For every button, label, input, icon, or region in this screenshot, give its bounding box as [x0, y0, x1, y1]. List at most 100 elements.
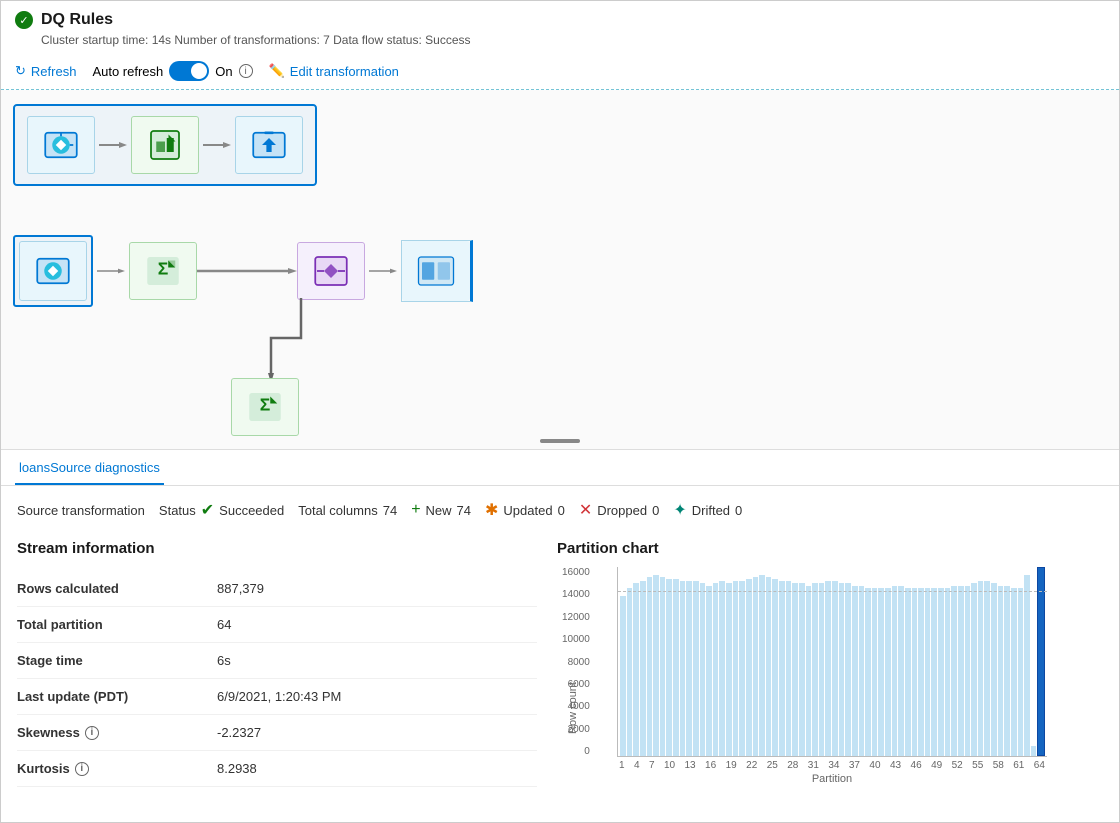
updated-label: Updated — [503, 503, 552, 518]
flow-node-source1[interactable] — [27, 116, 95, 174]
status-label: Status — [159, 503, 196, 518]
chart-bar-63 — [1037, 567, 1045, 756]
edit-icon: ✏️ — [269, 63, 285, 79]
aggregate-node-icon: Σ — [142, 250, 184, 292]
partition-chart-section: Partition chart 16000 14000 12000 10000 … — [537, 540, 1103, 787]
kurtosis-key: Kurtosis i — [17, 761, 217, 776]
x-axis-labels: 1 4 7 10 13 16 19 22 25 28 31 34 — [617, 760, 1047, 771]
flow-node-sink1[interactable] — [235, 116, 303, 174]
x-label-25: 25 — [767, 760, 778, 771]
chart-title: Partition chart — [557, 540, 1103, 557]
x-label-61: 61 — [1013, 760, 1024, 771]
refresh-label: Refresh — [31, 64, 77, 79]
chart-bar-20 — [753, 577, 759, 756]
main-container: ✓ DQ Rules Cluster startup time: 14s Num… — [0, 0, 1120, 823]
x-label-40: 40 — [869, 760, 880, 771]
source-node-icon — [40, 124, 82, 166]
flow-arrow3 — [93, 264, 129, 278]
flow-node-split[interactable] — [297, 242, 365, 300]
chart-bar-57 — [998, 586, 1004, 757]
x-label-58: 58 — [993, 760, 1004, 771]
chart-bar-22 — [766, 577, 772, 756]
chart-bar-15 — [719, 581, 725, 756]
chart-bar-35 — [852, 586, 858, 757]
stage-val: 6s — [217, 653, 231, 668]
chart-bar-43 — [905, 588, 911, 756]
stream-info-title: Stream information — [17, 540, 537, 557]
flow-node-transform1[interactable] — [131, 116, 199, 174]
subtitle: Cluster startup time: 14s Number of tran… — [41, 33, 1105, 47]
toggle-state-label: On — [215, 64, 232, 79]
chart-bar-38 — [872, 588, 878, 756]
chart-bar-44 — [912, 588, 918, 756]
stats-dropped: ✕ Dropped 0 — [579, 500, 660, 520]
chart-bar-33 — [839, 583, 845, 756]
toggle-info-icon[interactable]: i — [239, 64, 253, 78]
chart-bar-41 — [892, 586, 898, 757]
toolbar: ↻ Refresh Auto refresh On i ✏️ Edit tran… — [1, 53, 1119, 90]
flow-node-aggregate[interactable]: Σ — [129, 242, 197, 300]
skewness-key: Skewness i — [17, 725, 217, 740]
x-label-1: 1 — [619, 760, 625, 771]
status-check-icon: ✓ — [15, 11, 33, 29]
chart-bar-29 — [812, 583, 818, 756]
status-value: Succeeded — [219, 503, 284, 518]
chart-bar-8 — [673, 579, 679, 756]
lastupdate-key: Last update (PDT) — [17, 689, 217, 704]
x-label-22: 22 — [746, 760, 757, 771]
skewness-info-icon[interactable]: i — [85, 726, 99, 740]
dropped-label: Dropped — [597, 503, 647, 518]
kurtosis-info-icon[interactable]: i — [75, 762, 89, 776]
title-row: ✓ DQ Rules — [15, 11, 1105, 29]
tab-loans-source[interactable]: loansSource diagnostics — [15, 450, 164, 485]
new-label: New — [426, 503, 452, 518]
scrollbar-indicator[interactable] — [540, 439, 580, 443]
stats-bar: Source transformation Status ✔ Succeeded… — [17, 500, 1103, 520]
flow-node-aggregate2[interactable]: Σ — [231, 378, 299, 436]
chart-bar-25 — [786, 581, 792, 756]
chart-bar-34 — [845, 583, 851, 756]
chart-bar-10 — [686, 581, 692, 756]
chart-bar-54 — [978, 581, 984, 756]
flow-node-sink2[interactable] — [402, 241, 470, 301]
flow-row2: Σ — [13, 235, 473, 307]
partition-key: Total partition — [17, 617, 217, 632]
refresh-button[interactable]: ↻ Refresh — [15, 63, 76, 79]
sink-node-icon — [248, 124, 290, 166]
chart-bar-37 — [865, 588, 871, 756]
svg-text:Σ: Σ — [158, 259, 169, 279]
chart-bar-51 — [958, 586, 964, 757]
skewness-val: -2.2327 — [217, 725, 261, 740]
drifted-dot-icon: ✦ — [673, 500, 686, 520]
edit-transformation-button[interactable]: ✏️ Edit transformation — [269, 63, 399, 79]
aggregate2-node-icon: Σ — [244, 386, 286, 428]
partition-val: 64 — [217, 617, 231, 632]
stage-key: Stage time — [17, 653, 217, 668]
flow-arrow4 — [365, 264, 401, 278]
kurtosis-val: 8.2938 — [217, 761, 257, 776]
auto-refresh-toggle[interactable] — [169, 61, 209, 81]
chart-bar-62 — [1031, 746, 1037, 756]
chart-bar-23 — [772, 579, 778, 756]
chart-bar-21 — [759, 575, 765, 756]
chart-bar-46 — [925, 588, 931, 756]
chart-bar-45 — [918, 588, 924, 756]
chart-bar-36 — [859, 586, 865, 757]
refresh-icon: ↻ — [15, 63, 26, 79]
stats-total-columns: Total columns 74 — [298, 503, 397, 518]
sink2-node-icon — [415, 250, 457, 292]
chart-bar-1 — [627, 588, 633, 756]
flow-branch-down: Σ — [261, 298, 341, 388]
total-columns-value: 74 — [383, 503, 397, 518]
chart-bar-11 — [693, 581, 699, 756]
chart-bars — [618, 567, 1047, 756]
chart-bar-4 — [647, 577, 653, 756]
x-label-7: 7 — [649, 760, 655, 771]
flow-node-source2[interactable] — [19, 241, 87, 301]
x-label-43: 43 — [890, 760, 901, 771]
chart-bar-2 — [633, 583, 639, 756]
stats-source-transform: Source transformation — [17, 503, 145, 518]
rows-key: Rows calculated — [17, 581, 217, 596]
chart-bar-30 — [819, 583, 825, 756]
drifted-label: Drifted — [692, 503, 730, 518]
